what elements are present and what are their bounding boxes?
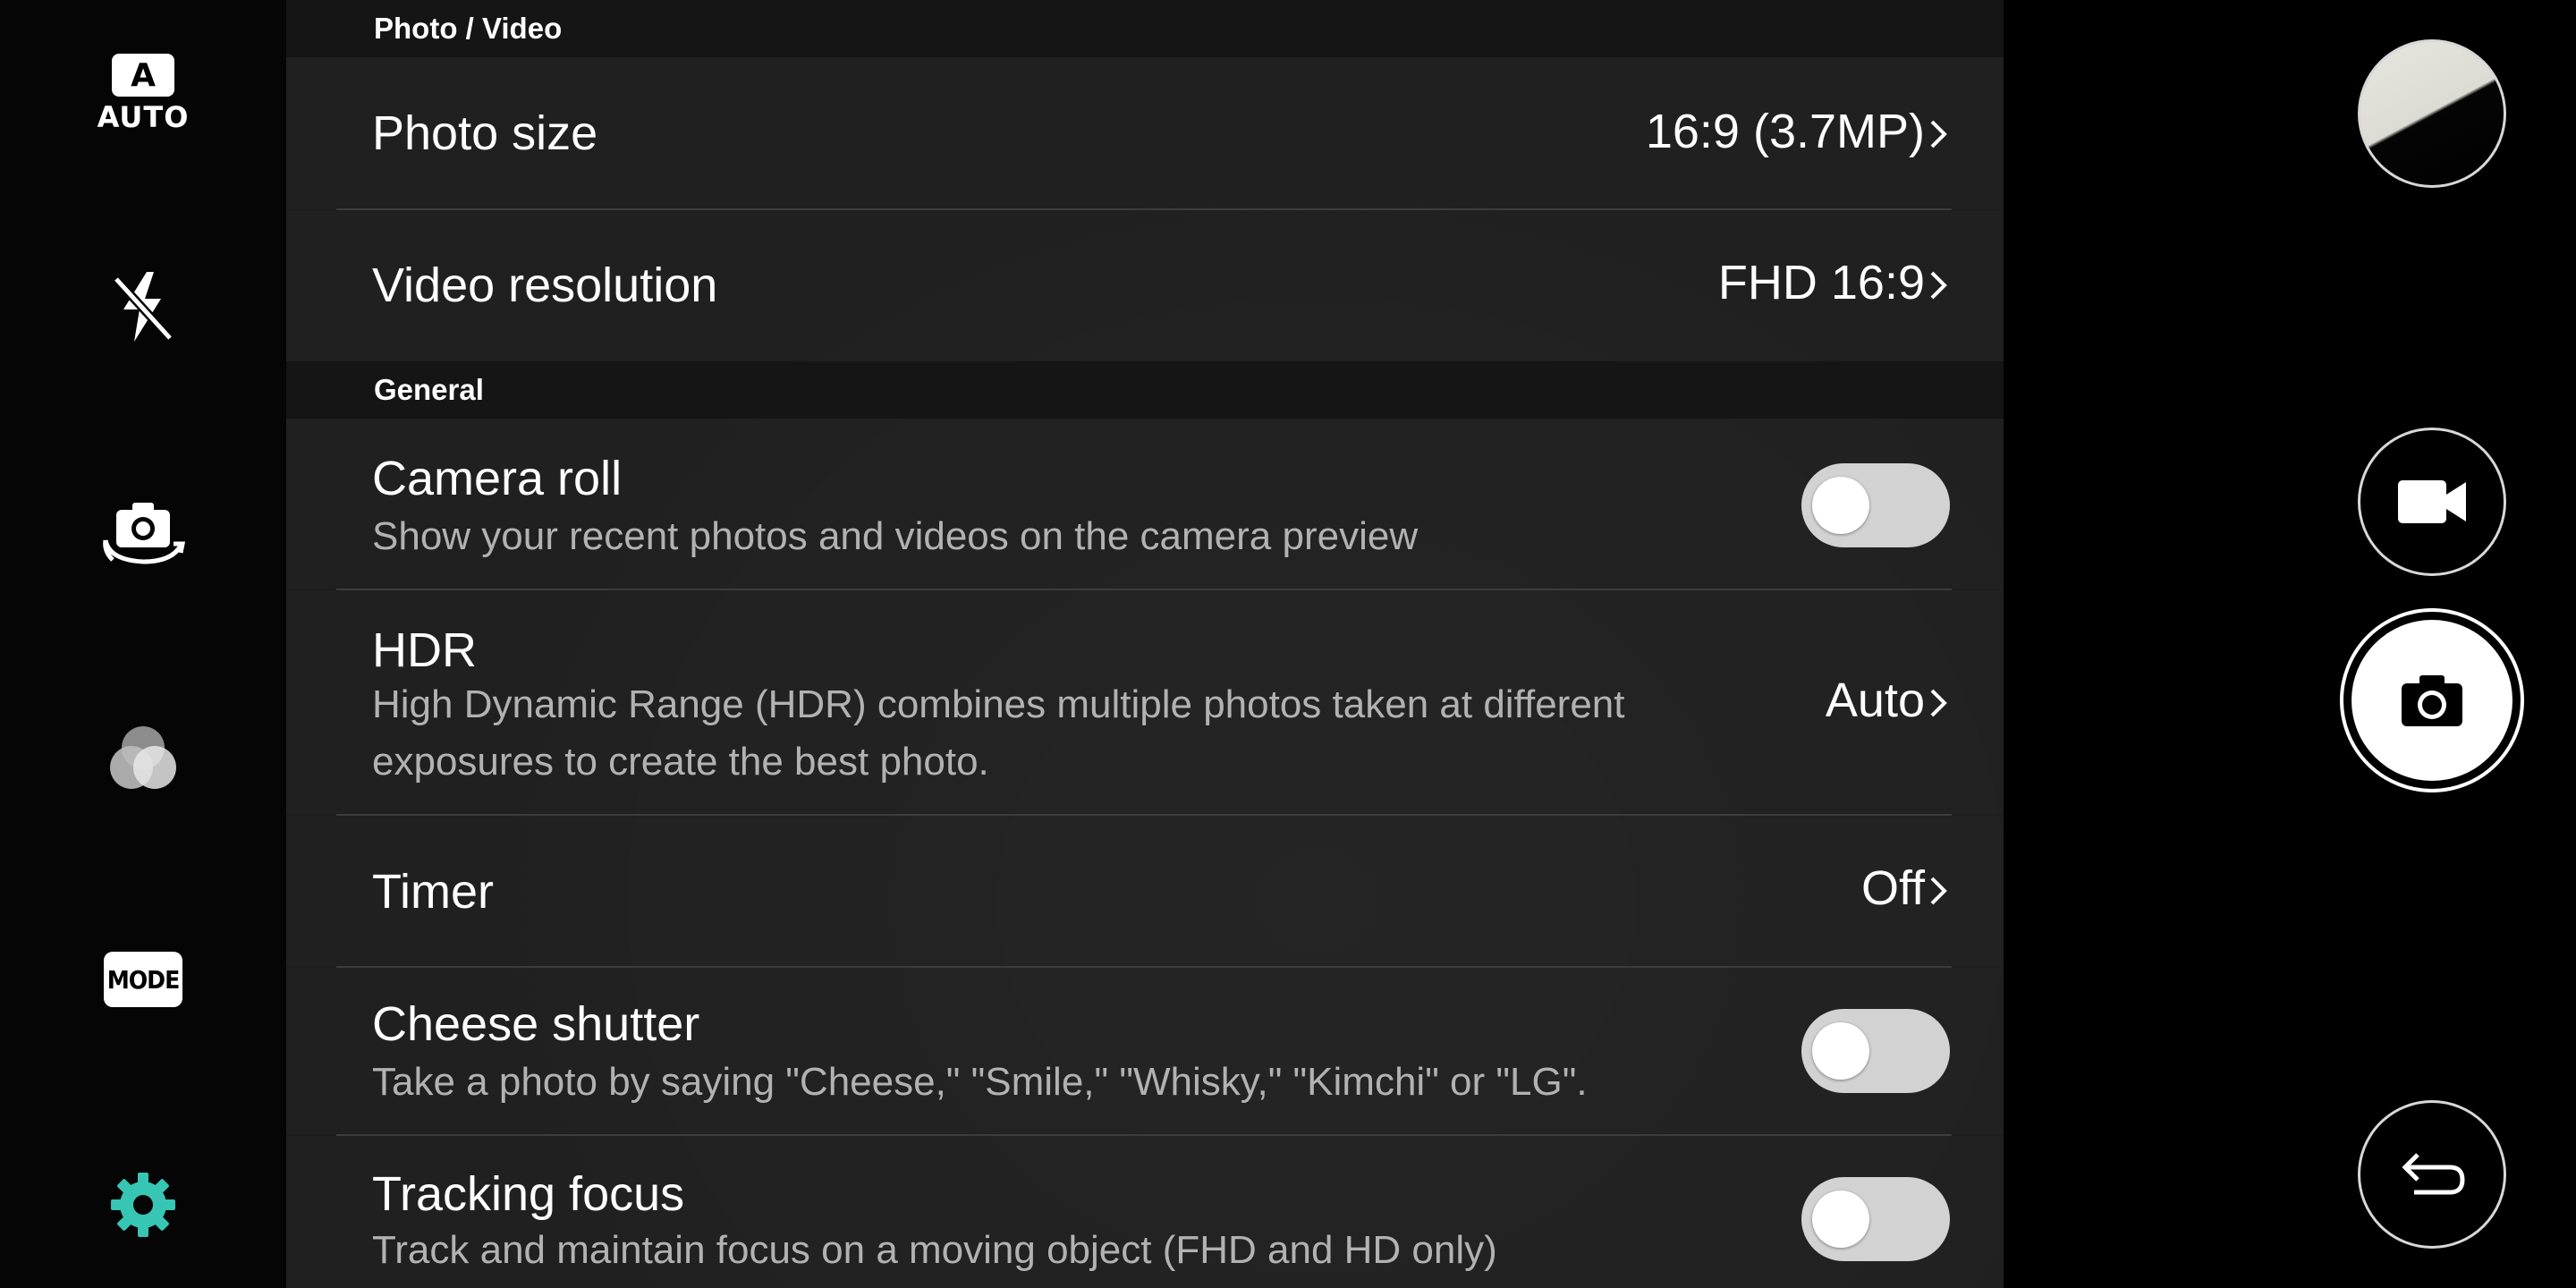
auto-mode-icon: A bbox=[112, 54, 174, 97]
setting-hdr[interactable]: HDR High Dynamic Range (HDR) combines mu… bbox=[286, 590, 2004, 814]
back-icon bbox=[2402, 1153, 2465, 1195]
chevron-right-icon bbox=[1930, 271, 1947, 300]
switch-camera-button[interactable] bbox=[72, 474, 215, 590]
section-title: Photo / Video bbox=[374, 12, 563, 45]
setting-value: 16:9 (3.7MP) bbox=[1645, 105, 1925, 158]
mode-icon: MODE bbox=[104, 952, 182, 1007]
right-toolbar bbox=[2290, 0, 2576, 1288]
setting-video-resolution[interactable]: Video resolution FHD 16:9 bbox=[286, 210, 2004, 360]
setting-description: High Dynamic Range (HDR) combines multip… bbox=[372, 682, 1625, 784]
setting-value: FHD 16:9 bbox=[1717, 256, 1925, 309]
setting-description: Show your recent photos and videos on th… bbox=[372, 514, 1419, 558]
toggle-knob bbox=[1812, 1191, 1869, 1248]
video-record-icon bbox=[2398, 480, 2466, 523]
setting-timer[interactable]: Timer Off bbox=[286, 816, 2004, 966]
setting-title: Photo size bbox=[372, 106, 598, 160]
chevron-right-icon bbox=[1930, 877, 1947, 905]
flash-button[interactable] bbox=[72, 249, 215, 365]
setting-camera-roll[interactable]: Camera roll Show your recent photos and … bbox=[286, 419, 2004, 589]
setting-cheese-shutter[interactable]: Cheese shutter Take a photo by saying "C… bbox=[286, 968, 2004, 1134]
setting-description: Track and maintain focus on a moving obj… bbox=[372, 1228, 1497, 1272]
switch-camera-icon bbox=[103, 503, 186, 564]
setting-title: Cheese shutter bbox=[372, 997, 700, 1051]
settings-gear-icon bbox=[111, 1173, 175, 1237]
auto-mode-label: AUTO bbox=[97, 100, 190, 134]
setting-title: Camera roll bbox=[372, 452, 623, 505]
settings-button[interactable] bbox=[72, 1147, 215, 1263]
setting-value: Auto bbox=[1825, 674, 1925, 727]
section-title: General bbox=[374, 373, 484, 406]
filter-icon bbox=[110, 726, 176, 789]
camera-shutter-icon bbox=[2402, 675, 2462, 726]
setting-photo-size[interactable]: Photo size 16:9 (3.7MP) bbox=[286, 57, 2004, 209]
setting-description: Take a photo by saying "Cheese," "Smile,… bbox=[372, 1060, 1588, 1104]
flash-off-icon bbox=[113, 272, 174, 342]
section-header-photo-video: Photo / Video bbox=[286, 0, 2004, 57]
mode-button[interactable]: MODE bbox=[72, 921, 215, 1038]
back-button[interactable] bbox=[2358, 1100, 2506, 1249]
shutter-button[interactable] bbox=[2340, 608, 2524, 792]
chevron-right-icon bbox=[1930, 689, 1947, 717]
camera-roll-toggle[interactable] bbox=[1801, 463, 1950, 547]
setting-tracking-focus[interactable]: Tracking focus Track and maintain focus … bbox=[286, 1136, 2004, 1288]
cheese-shutter-toggle[interactable] bbox=[1801, 1009, 1950, 1093]
settings-panel: Photo / Video Photo size 16:9 (3.7MP) Vi… bbox=[286, 0, 2004, 1288]
left-toolbar: A AUTO MODE bbox=[0, 0, 286, 1288]
setting-title: Video resolution bbox=[372, 258, 718, 312]
setting-title: Timer bbox=[372, 865, 494, 919]
tracking-focus-toggle[interactable] bbox=[1801, 1177, 1950, 1261]
section-header-general: General bbox=[286, 361, 2004, 419]
filter-button[interactable] bbox=[72, 701, 215, 818]
toggle-knob bbox=[1812, 1022, 1869, 1080]
shutter-inner bbox=[2351, 620, 2512, 781]
gallery-thumbnail[interactable] bbox=[2358, 39, 2506, 188]
toggle-knob bbox=[1812, 477, 1869, 534]
setting-value: Off bbox=[1860, 861, 1925, 915]
video-record-button[interactable] bbox=[2358, 428, 2506, 576]
chevron-right-icon bbox=[1930, 120, 1947, 148]
camera-settings-screen: A AUTO MODE Photo / Video Photo size 16:… bbox=[0, 0, 2576, 1288]
setting-title: Tracking focus bbox=[372, 1167, 685, 1221]
setting-title: HDR bbox=[372, 623, 477, 677]
auto-mode-button[interactable]: A AUTO bbox=[72, 36, 215, 152]
